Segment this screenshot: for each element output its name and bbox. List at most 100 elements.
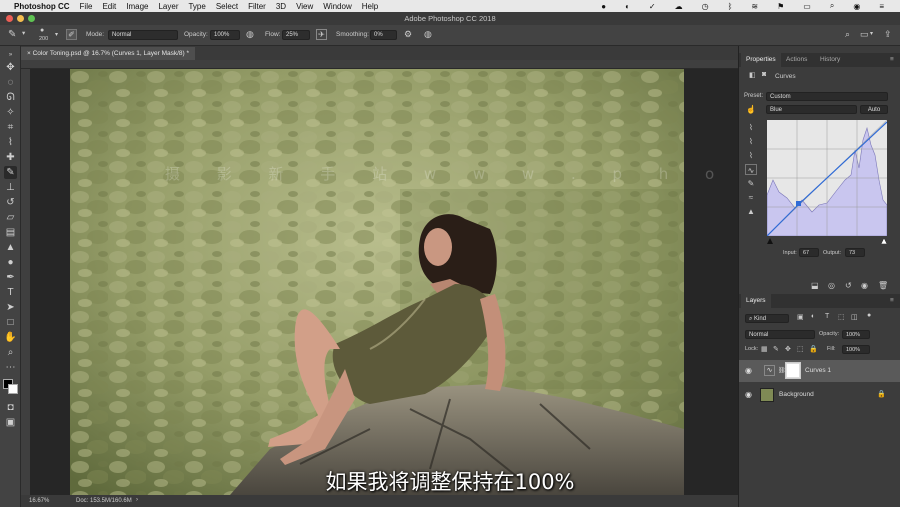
airbrush-icon[interactable]: ✈ <box>316 29 327 40</box>
curves-graph[interactable] <box>767 120 887 236</box>
healing-brush-tool-icon[interactable]: ✚ <box>4 151 17 164</box>
menu-file[interactable]: File <box>80 2 93 11</box>
vertical-ruler[interactable] <box>21 69 30 495</box>
gradient-tool-icon[interactable]: ▤ <box>4 226 17 239</box>
path-selection-tool-icon[interactable]: ➤ <box>4 301 17 314</box>
marquee-tool-icon[interactable]: ◌ <box>4 76 17 89</box>
workspace-icon[interactable]: ▭ <box>860 29 869 40</box>
pressure-opacity-icon[interactable]: ◍ <box>246 29 254 40</box>
zoom-level[interactable]: 16.67% <box>29 498 49 504</box>
bluetooth-icon[interactable]: ᛒ <box>728 2 733 11</box>
brush-tool-icon[interactable]: ✎ <box>4 166 17 179</box>
mask-link-icon[interactable]: ⛓ <box>778 367 786 374</box>
status-circle-icon[interactable]: ◐ <box>625 2 630 11</box>
tab-history[interactable]: History <box>815 53 845 67</box>
layer-visibility-eye-icon[interactable]: ◉ <box>745 366 752 375</box>
menu-photoshop[interactable]: Photoshop CC <box>14 2 70 11</box>
flag-icon[interactable]: ⚑ <box>777 2 784 11</box>
list-icon[interactable]: ≡ <box>879 2 884 11</box>
filter-shape-icon[interactable]: ⬚ <box>838 313 845 321</box>
input-field[interactable]: 67 <box>799 248 819 257</box>
brush-settings-icon[interactable]: ✐ <box>66 29 77 40</box>
auto-button[interactable]: Auto <box>860 105 888 114</box>
screen-mode-icon[interactable]: ▣ <box>4 416 17 429</box>
menu-window[interactable]: Window <box>323 2 351 11</box>
clipping-warning-icon[interactable]: ▲ <box>745 206 757 217</box>
flow-field[interactable]: 25% <box>282 30 310 40</box>
curve-points-icon[interactable]: ∿ <box>745 164 757 175</box>
channel-select[interactable]: Blue <box>766 105 857 114</box>
layer-opacity-field[interactable]: 100% <box>842 330 870 339</box>
layer-kind-filter[interactable]: ⌕ Kind <box>745 314 789 323</box>
delete-icon[interactable]: 🗑 <box>878 281 888 290</box>
fill-field[interactable]: 100% <box>842 345 870 354</box>
tab-properties[interactable]: Properties <box>741 53 781 67</box>
smoothing-field[interactable]: 0% <box>370 30 397 40</box>
canvas-area[interactable]: 摄 影 新 手 站 w w w . p h o t o s k s . v i … <box>30 69 738 495</box>
opacity-field[interactable]: 100% <box>210 30 240 40</box>
targeted-adjustment-icon[interactable]: ☝ <box>745 104 757 115</box>
quick-mask-icon[interactable]: ◘ <box>4 401 17 414</box>
user-icon[interactable]: ◉ <box>853 2 860 11</box>
minimize-window-button[interactable] <box>17 15 24 22</box>
layers-panel-menu-icon[interactable]: ≡ <box>885 294 899 308</box>
black-point-eyedropper-icon[interactable]: ⌇ <box>745 122 757 133</box>
crop-tool-icon[interactable]: ⌗ <box>4 121 17 134</box>
smooth-curve-icon[interactable]: ≈ <box>745 192 757 203</box>
document-tab[interactable]: × Color Toning.psd @ 16.7% (Curves 1, La… <box>21 47 196 60</box>
view-previous-icon[interactable]: ◎ <box>828 281 835 290</box>
layer-name[interactable]: Curves 1 <box>805 367 831 374</box>
layer-visibility-eye-icon[interactable]: ◉ <box>745 390 752 399</box>
move-tool-icon[interactable]: ✥ <box>4 61 17 74</box>
status-check-icon[interactable]: ✓ <box>649 2 656 11</box>
rectangle-tool-icon[interactable]: □ <box>4 316 17 329</box>
menu-view[interactable]: View <box>296 2 313 11</box>
close-window-button[interactable] <box>6 15 13 22</box>
menu-image[interactable]: Image <box>126 2 148 11</box>
menu-filter[interactable]: Filter <box>248 2 266 11</box>
search-icon[interactable]: ⌕ <box>845 29 850 40</box>
brush-tool-icon[interactable]: ✎ <box>8 29 16 40</box>
hand-tool-icon[interactable]: ✋ <box>4 331 17 344</box>
tab-actions[interactable]: Actions <box>781 53 812 67</box>
eraser-tool-icon[interactable]: ▱ <box>4 211 17 224</box>
layer-row-curves[interactable]: ◉ ∿ ⛓ Curves 1 <box>739 360 900 382</box>
blur-tool-icon[interactable]: ▲ <box>4 241 17 254</box>
photo-canvas[interactable] <box>70 69 684 495</box>
zoom-window-button[interactable] <box>28 15 35 22</box>
layer-row-background[interactable]: ◉ Background 🔒 <box>739 384 900 406</box>
clone-stamp-tool-icon[interactable]: ⊥ <box>4 181 17 194</box>
panel-menu-icon[interactable]: ≡ <box>885 53 899 67</box>
magic-wand-tool-icon[interactable]: ✧ <box>4 106 17 119</box>
menu-edit[interactable]: Edit <box>102 2 116 11</box>
menu-type[interactable]: Type <box>188 2 205 11</box>
status-cloud-icon[interactable]: ☁ <box>675 2 683 11</box>
type-tool-icon[interactable]: T <box>4 286 17 299</box>
pressure-size-icon[interactable]: ◍ <box>424 29 432 40</box>
filter-toggle-icon[interactable]: ● <box>867 312 871 319</box>
gray-point-eyedropper-icon[interactable]: ⌇ <box>745 136 757 147</box>
tab-layers[interactable]: Layers <box>741 294 771 308</box>
more-tools-icon[interactable]: ⋯ <box>4 361 17 374</box>
menu-select[interactable]: Select <box>216 2 238 11</box>
layer-name[interactable]: Background <box>779 391 814 398</box>
pen-tool-icon[interactable]: ✒ <box>4 271 17 284</box>
layer-mask-thumbnail[interactable] <box>785 362 801 379</box>
lock-artboard-icon[interactable]: ⬚ <box>797 345 804 353</box>
status-arrow-icon[interactable]: › <box>136 497 138 503</box>
brush-tip-icon[interactable]: ● <box>40 27 44 34</box>
menu-help[interactable]: Help <box>362 2 378 11</box>
battery-icon[interactable]: ▭ <box>803 2 811 11</box>
workspace-arrow-icon[interactable]: ▾ <box>870 30 873 37</box>
status-app-icon[interactable]: ● <box>601 2 606 11</box>
clip-to-layer-icon[interactable]: ⬓ <box>811 281 819 290</box>
menu-layer[interactable]: Layer <box>158 2 178 11</box>
horizontal-ruler[interactable] <box>21 60 738 69</box>
status-clock-icon[interactable]: ◷ <box>702 2 709 11</box>
lock-all-icon[interactable]: 🔒 <box>809 345 818 353</box>
white-point-eyedropper-icon[interactable]: ⌇ <box>745 150 757 161</box>
lock-position-icon[interactable]: ✥ <box>785 345 791 353</box>
zoom-tool-icon[interactable]: ⌕ <box>4 346 17 359</box>
layer-mask-icon[interactable]: ◙ <box>762 71 766 78</box>
lock-transparent-icon[interactable]: ▦ <box>761 345 768 353</box>
